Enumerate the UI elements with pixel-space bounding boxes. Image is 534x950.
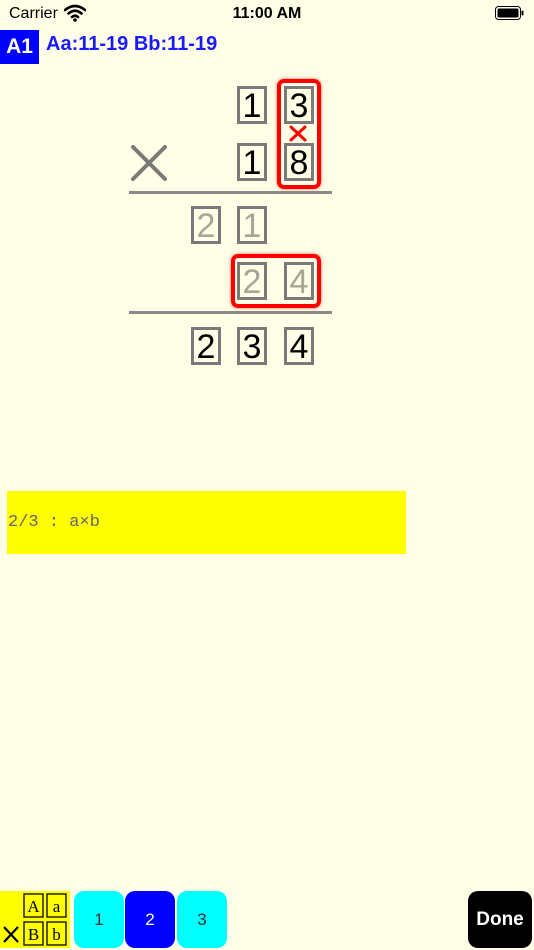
partial-2-digit-tens: 2 xyxy=(237,262,267,300)
page-button-1[interactable]: 1 xyxy=(74,891,124,948)
multiplicand-digit-tens: 1 xyxy=(237,86,267,124)
partial-2-digit-ones: 4 xyxy=(284,262,314,300)
mode-letter-A: A xyxy=(27,897,40,916)
second-divider xyxy=(129,311,332,314)
step-hint-bar: 2/3 : a×b xyxy=(7,491,406,554)
multiplication-mode-icon[interactable]: A a B b xyxy=(0,891,70,948)
red-multiply-icon xyxy=(289,125,307,142)
product-digit-ones: 4 xyxy=(284,327,314,365)
step-hint-text: 2/3 : a×b xyxy=(8,513,100,532)
product-digit-tens: 3 xyxy=(237,327,267,365)
partial-1-digit-hundreds: 2 xyxy=(191,206,221,244)
first-divider xyxy=(129,191,332,194)
page-button-2[interactable]: 2 xyxy=(125,891,175,948)
mode-letter-B: B xyxy=(28,925,39,944)
multiply-sign-icon xyxy=(131,145,167,181)
clock: 11:00 AM xyxy=(232,5,302,22)
partial-1-digit-tens: 1 xyxy=(237,206,267,244)
level-badge[interactable]: A1 xyxy=(0,30,39,64)
status-bar: Carrier 11:00 AM xyxy=(0,0,534,28)
mode-letter-a: a xyxy=(53,897,61,916)
multiplier-digit-tens: 1 xyxy=(237,143,267,181)
page-button-3[interactable]: 3 xyxy=(177,891,227,948)
range-label: Aa:11-19 Bb:11-19 xyxy=(46,33,218,55)
battery-icon xyxy=(495,6,524,20)
product-digit-hundreds: 2 xyxy=(191,327,221,365)
mode-letter-b: b xyxy=(52,925,61,944)
done-button[interactable]: Done xyxy=(468,891,532,948)
